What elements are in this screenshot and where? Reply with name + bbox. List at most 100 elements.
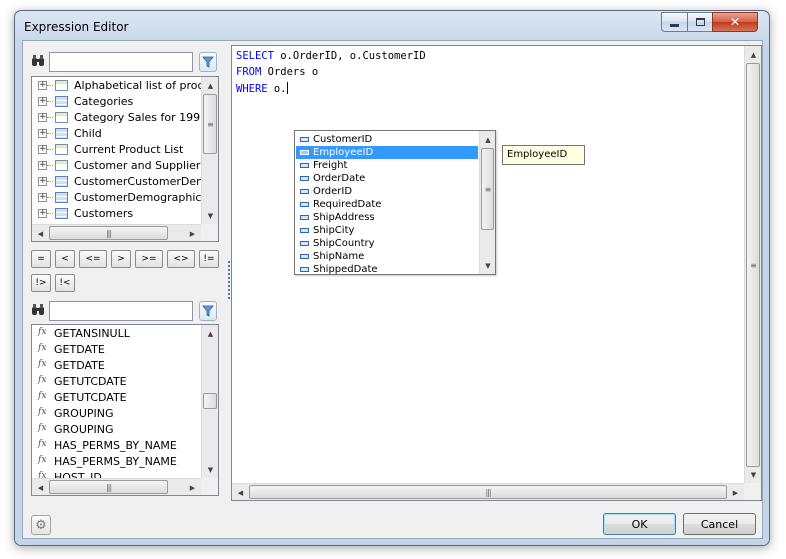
editor-horizontal-scrollbar[interactable]: ◀ ||| ▶ [232,483,744,500]
functions-vertical-scrollbar[interactable]: ▲ ▼ [201,325,218,478]
operator-button[interactable]: > [111,250,131,268]
plus-icon[interactable]: + [38,81,47,90]
editor-vscroll-thumb[interactable]: ≡ [746,63,760,467]
field-icon [300,163,309,168]
operator-button[interactable]: !> [31,274,51,292]
function-item[interactable]: fx HAS_PERMS_BY_NAME [32,438,201,454]
function-name: HAS_PERMS_BY_NAME [54,439,177,452]
cancel-button[interactable]: Cancel [683,513,756,535]
tree-item[interactable]: + Categories [32,94,201,110]
autocomplete-item[interactable]: ShipCountry [296,237,478,250]
plus-icon[interactable]: + [38,209,47,218]
tables-horizontal-scrollbar[interactable]: ◀ ||| ▶ [32,224,201,241]
tables-search-input[interactable] [49,52,193,72]
plus-icon[interactable]: + [38,161,47,170]
splitter-grip[interactable] [228,261,230,301]
autocomplete-item[interactable]: ShippedDate [296,263,478,276]
function-item[interactable]: fx GROUPING [32,406,201,422]
autocomplete-item-label: ShipCity [313,225,355,236]
maximize-button[interactable] [687,12,713,32]
scroll-down-arrow-icon[interactable]: ▼ [202,207,218,224]
scroll-right-arrow-icon[interactable]: ▶ [184,225,201,241]
tables-vscroll-thumb[interactable]: ≡ [203,94,217,154]
plus-icon[interactable]: + [38,145,47,154]
autocomplete-scroll-thumb[interactable]: ≡ [481,148,494,230]
autocomplete-item[interactable]: EmployeeID [296,146,478,159]
autocomplete-item[interactable]: Freight [296,159,478,172]
tables-filter-button[interactable] [199,52,217,72]
functions-filter-button[interactable] [199,301,217,321]
function-item[interactable]: fx GROUPING [32,422,201,438]
function-item[interactable]: fx GETANSINULL [32,326,201,342]
tree-item[interactable]: + Customers [32,206,201,222]
tree-connector [47,149,53,150]
tree-item-label: Category Sales for 1997 [74,111,201,124]
autocomplete-item[interactable]: RequiredDate [296,198,478,211]
function-item[interactable]: fx GETDATE [32,342,201,358]
tree-item[interactable]: + Child [32,126,201,142]
scroll-left-arrow-icon[interactable]: ◀ [232,484,249,501]
function-name: GETUTCDATE [54,391,127,404]
plus-icon[interactable]: + [38,177,47,186]
autocomplete-item[interactable]: ShipName [296,250,478,263]
editor-vertical-scrollbar[interactable]: ▲ ≡ ▼ [744,46,761,483]
autocomplete-item[interactable]: OrderDate [296,172,478,185]
tree-item[interactable]: + Alphabetical list of product [32,78,201,94]
autocomplete-item[interactable]: ShipCity [296,224,478,237]
scroll-left-arrow-icon[interactable]: ◀ [32,479,49,495]
autocomplete-popup[interactable]: CustomerID EmployeeID Freight OrderDate Orde… [294,130,496,275]
function-icon: fx [38,343,47,353]
operator-button[interactable]: <= [79,250,107,268]
autocomplete-item[interactable]: ShipAddress [296,211,478,224]
close-button[interactable]: ✕ [712,12,758,32]
tables-tree[interactable]: + Alphabetical list of product + Categories… [31,76,219,242]
minimize-button[interactable] [661,12,688,32]
functions-horizontal-scrollbar[interactable]: ◀ ||| ▶ [32,478,201,495]
scroll-up-arrow-icon[interactable]: ▲ [202,325,218,342]
plus-icon[interactable]: + [38,129,47,138]
scroll-up-arrow-icon[interactable]: ▲ [745,46,762,63]
function-item[interactable]: fx GETDATE [32,358,201,374]
function-item[interactable]: fx HOST_ID [32,470,201,478]
operator-button[interactable]: >= [135,250,163,268]
autocomplete-item[interactable]: CustomerID [296,133,478,146]
functions-search-input[interactable] [49,301,193,321]
functions-hscroll-thumb[interactable]: ||| [49,480,168,494]
tree-item[interactable]: + Current Product List [32,142,201,158]
scroll-down-arrow-icon[interactable]: ▼ [745,466,762,483]
operator-button[interactable]: <> [167,250,195,268]
operator-button[interactable]: !< [55,274,75,292]
scroll-right-arrow-icon[interactable]: ▶ [727,484,744,501]
tree-item[interactable]: + CustomerDemographics [32,190,201,206]
tree-item[interactable]: + CustomerCustomerDemo [32,174,201,190]
scroll-up-arrow-icon[interactable]: ▲ [480,131,496,148]
function-item[interactable]: fx GETUTCDATE [32,374,201,390]
plus-icon[interactable]: + [38,113,47,122]
functions-vscroll-thumb[interactable] [203,393,217,409]
settings-button[interactable]: ⚙ [31,515,51,535]
operator-button[interactable]: = [31,250,51,268]
scroll-down-arrow-icon[interactable]: ▼ [480,257,496,274]
scroll-down-arrow-icon[interactable]: ▼ [202,461,218,478]
tables-hscroll-thumb[interactable]: ||| [49,226,168,240]
function-item[interactable]: fx HAS_PERMS_BY_NAME [32,454,201,470]
ok-button[interactable]: OK [603,513,676,535]
tree-item[interactable]: + Category Sales for 1997 [32,110,201,126]
autocomplete-scrollbar[interactable]: ▲ ≡ ▼ [479,131,495,274]
title-bar[interactable]: Expression Editor ✕ [15,11,769,39]
functions-list-items: fx GETANSINULL fx GETDATE fx GETDATE fx GETUTCD… [32,325,201,478]
operator-button[interactable]: != [199,250,219,268]
expression-editor-window: Expression Editor ✕ + Alphabetical list o… [14,10,770,546]
function-item[interactable]: fx GETUTCDATE [32,390,201,406]
tree-item[interactable]: + Customer and Suppliers by [32,158,201,174]
scroll-left-arrow-icon[interactable]: ◀ [32,225,49,241]
scroll-up-arrow-icon[interactable]: ▲ [202,77,218,94]
operator-button[interactable]: < [55,250,75,268]
plus-icon[interactable]: + [38,97,47,106]
scroll-right-arrow-icon[interactable]: ▶ [184,479,201,495]
plus-icon[interactable]: + [38,193,47,202]
autocomplete-item[interactable]: OrderID [296,185,478,198]
functions-list[interactable]: fx GETANSINULL fx GETDATE fx GETDATE fx GETUTCD… [31,324,219,496]
editor-hscroll-thumb[interactable]: ||| [249,485,727,499]
tables-vertical-scrollbar[interactable]: ▲ ≡ ▼ [201,77,218,224]
